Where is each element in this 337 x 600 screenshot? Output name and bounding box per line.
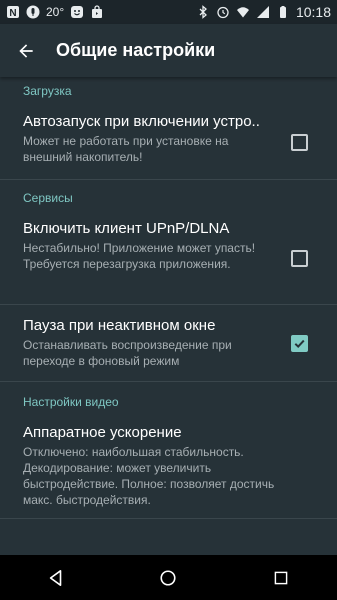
arrow-back-icon [19,43,33,58]
circle-home-icon [160,569,177,586]
temperature: 20° [46,5,65,19]
nav-back-button[interactable] [36,558,76,598]
divider [0,518,337,519]
pref-summary: Нестабильно! Приложение может упасть! Тр… [23,241,256,271]
settings-list[interactable]: Загрузка Автозапуск при включении устро.… [0,77,337,555]
pref-title: Включить клиент UPnP/DLNA [23,220,230,237]
check-icon [294,339,305,349]
square-recents-icon [274,571,288,584]
battery-icon [276,5,290,19]
pref-autostart[interactable]: Автозапуск при включении устро.. Может н… [0,105,337,179]
upnp-dlna-checkbox[interactable] [291,250,308,267]
page-title: Общие настройки [56,40,216,60]
pref-title: Автозапуск при включении устро.. [23,113,260,130]
shopping-bag-icon [90,5,104,19]
pref-title: Аппаратное ускорение [23,424,182,441]
app-bar: Общие настройки [0,24,337,77]
divider [0,381,337,382]
bluetooth-icon [196,5,210,19]
section-header-download: Загрузка [23,84,72,98]
divider [0,179,337,180]
mic-icon [26,5,40,19]
pref-summary: Отключено: наибольшая стабильность. Деко… [23,445,275,507]
autostart-checkbox[interactable] [291,134,308,151]
wifi-icon [236,5,250,19]
section-header-video: Настройки видео [23,395,119,409]
pref-title: Пауза при неактивном окне [23,317,216,334]
clock: 10:18 [295,4,331,20]
pref-summary: Останавливать воспроизведение при перехо… [23,338,232,368]
face-icon [70,5,84,19]
nav-recents-button[interactable] [261,558,301,598]
pref-upnp-dlna[interactable]: Включить клиент UPnP/DLNA Нестабильно! П… [0,212,337,304]
triangle-back-icon [49,569,62,586]
section-header-services: Сервисы [23,191,73,205]
pause-inactive-checkbox[interactable] [291,335,308,352]
back-button[interactable] [14,39,38,63]
pref-pause-inactive[interactable]: Пауза при неактивном окне Останавливать … [0,305,337,381]
navigation-bar [0,555,337,600]
status-bar: N 20° 10:18 [0,0,337,24]
svg-text:N: N [9,8,16,19]
nav-home-button[interactable] [148,558,188,598]
signal-icon [256,5,270,19]
notification-n-icon: N [6,5,20,19]
alarm-icon [216,5,230,19]
pref-hardware-acceleration[interactable]: Аппаратное ускорение Отключено: наибольш… [0,416,337,518]
pref-summary: Может не работать при установке на внешн… [23,134,229,164]
